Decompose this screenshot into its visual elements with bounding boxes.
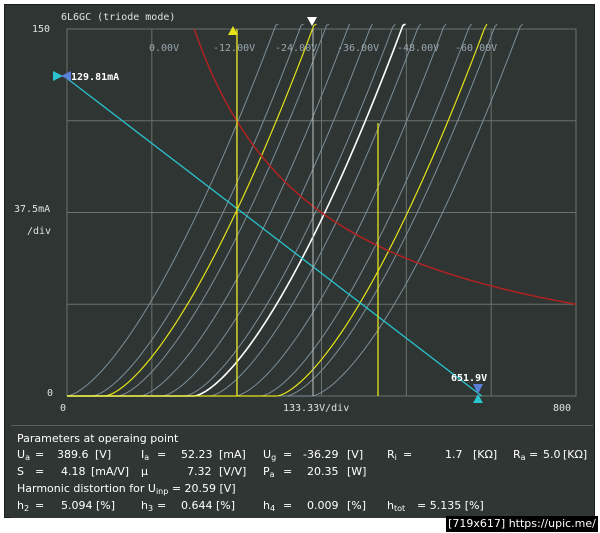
pa-eq: = <box>283 465 293 478</box>
x-axis-max-label: 800 <box>553 403 571 414</box>
h3-label: h3 <box>141 499 154 513</box>
ri-label: Ri <box>387 448 397 462</box>
pa-unit: [W] <box>347 465 367 478</box>
h3-eq: = <box>157 499 167 512</box>
parameters-heading: Parameters at operaing point <box>17 432 179 445</box>
grid-label-5: -60.00V <box>455 43 497 54</box>
s-unit: [mA/V] <box>91 465 130 478</box>
ua-unit: [V] <box>95 448 112 461</box>
pa-value: 20.35 <box>307 465 339 478</box>
plate-curve <box>67 23 498 397</box>
ug-value: -36.29 <box>303 448 339 461</box>
h2-eq: = <box>35 499 45 512</box>
h4-label: h4 <box>263 499 276 513</box>
x-axis-scale-label: 133.33V/div <box>283 403 349 414</box>
ra-unit: [KΩ] <box>563 448 588 461</box>
load-line-current-label: 129.81mA <box>71 72 119 83</box>
h2-value: 5.094 [%] <box>61 499 116 512</box>
grid-label-0: 0.00V <box>149 43 179 54</box>
h2-label: h2 <box>17 499 30 513</box>
image-caption: [719x617] https://upic.me/ <box>446 516 598 532</box>
plate-curve-lower-swing <box>67 23 488 397</box>
grid-label-2: -24.00V <box>275 43 317 54</box>
ua-eq: = <box>35 448 45 461</box>
ri-value: 1.7 <box>445 448 463 461</box>
load-line-left-handle-inner[interactable] <box>61 71 71 81</box>
chart-title: 6L6GC (triode mode) <box>61 12 175 23</box>
htot-value: = 5.135 [%] <box>417 499 484 512</box>
y-axis-zero-label: 0 <box>47 388 53 399</box>
h4-unit: [%] <box>347 499 367 512</box>
grid-label-3: -36.00V <box>337 43 379 54</box>
s-value: 4.18 <box>61 465 86 478</box>
h4-value: 0.009 <box>307 499 339 512</box>
characteristic-plot[interactable]: 6L6GC (triode mode) 150 37.5mA /div 0 0 … <box>5 5 594 420</box>
ra-label: Ra <box>513 448 526 462</box>
ug-unit: [V] <box>347 448 364 461</box>
ug-eq: = <box>283 448 293 461</box>
y-axis-div-label: /div <box>27 226 51 237</box>
ia-eq: = <box>157 448 167 461</box>
tube-chart-window: 6L6GC (triode mode) 150 37.5mA /div 0 0 … <box>4 4 595 518</box>
ia-unit: [mA] <box>219 448 246 461</box>
s-eq: = <box>35 465 45 478</box>
ri-eq: = <box>403 448 413 461</box>
htot-label: htot <box>387 499 406 513</box>
ri-unit: [KΩ] <box>473 448 498 461</box>
ra-value: 5.0 <box>543 448 561 461</box>
h4-eq: = <box>283 499 293 512</box>
pa-label: Pa <box>263 465 275 479</box>
x-axis-zero-label: 0 <box>60 403 66 414</box>
ua-value: 389.6 <box>57 448 89 461</box>
y-axis-max-label: 150 <box>32 24 50 35</box>
mu-unit: [V/V] <box>219 465 247 478</box>
ia-label: Ia <box>141 448 150 462</box>
ua-label: Ua <box>17 448 30 462</box>
distortion-heading: Harmonic distortion for Uinp = 20.59 [V] <box>17 482 236 496</box>
grid-label-4: -48.00V <box>397 43 439 54</box>
load-line-voltage-label: 651.9V <box>451 373 487 384</box>
parameters-panel: Parameters at operaing point Ua = 389.6 … <box>11 425 593 518</box>
s-label: S <box>17 465 24 478</box>
load-line-bottom-handle-inner[interactable] <box>473 384 483 394</box>
mu-label: μ <box>141 465 148 478</box>
grid-label-1: -12.00V <box>213 43 255 54</box>
plate-curve <box>67 23 447 397</box>
mu-value: 7.32 <box>187 465 212 478</box>
ra-eq: = <box>529 448 539 461</box>
grid-bias-curves <box>66 23 523 397</box>
y-axis-scale-label: 37.5mA <box>14 204 50 215</box>
ug-label: Ug <box>263 448 277 462</box>
ia-value: 52.23 <box>181 448 213 461</box>
h3-value: 0.644 [%] <box>181 499 236 512</box>
